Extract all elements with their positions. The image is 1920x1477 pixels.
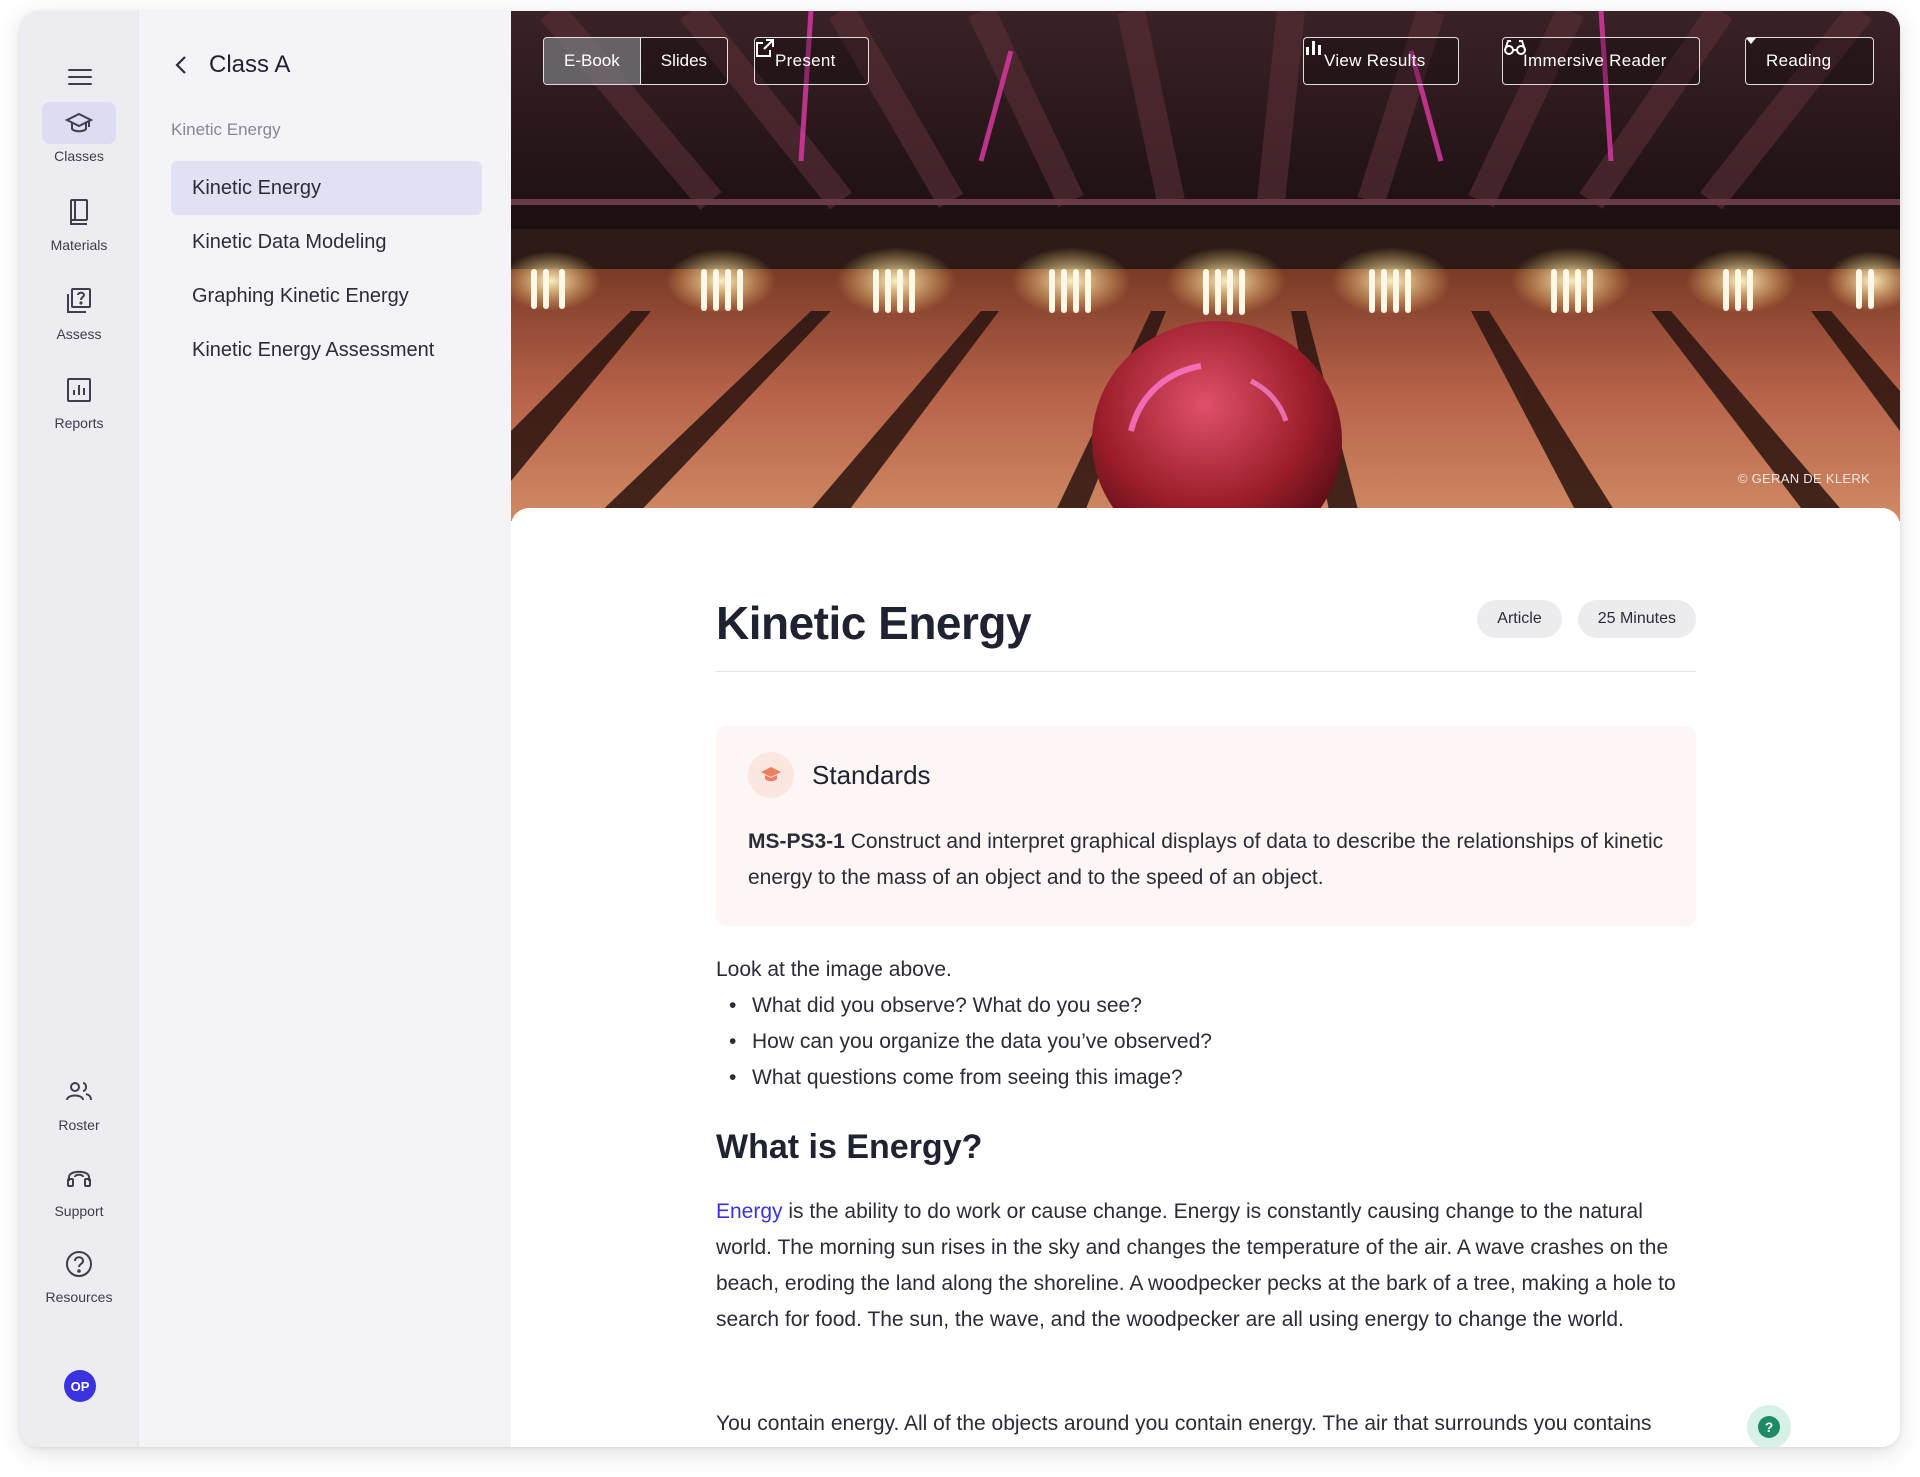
lesson-item[interactable]: Kinetic Energy xyxy=(171,161,482,215)
list-item: What did you observe? What do you see? xyxy=(716,988,1696,1024)
lesson-sidebar: Class A Kinetic Energy Kinetic Energy Ki… xyxy=(138,11,511,1447)
people-icon xyxy=(42,1071,116,1113)
present-button[interactable]: Present xyxy=(754,37,869,85)
lesson-item[interactable]: Kinetic Energy Assessment xyxy=(171,323,482,377)
lesson-list: Kinetic Energy Kinetic Data Modeling Gra… xyxy=(171,161,482,377)
chevron-left-icon xyxy=(175,56,186,74)
nav-item-roster[interactable]: Roster xyxy=(20,1071,138,1133)
nav-label-classes: Classes xyxy=(54,148,104,164)
nav-label-assess: Assess xyxy=(56,326,102,342)
photo-credit: © GERAN DE KLERK xyxy=(1737,471,1870,486)
app-window: Classes Materials Assess Reports Roster xyxy=(20,11,1900,1447)
standard-code: MS-PS3-1 xyxy=(748,830,845,853)
lesson-item[interactable]: Kinetic Data Modeling xyxy=(171,215,482,269)
nav-item-support[interactable]: Support xyxy=(20,1157,138,1219)
immersive-reader-button[interactable]: Immersive Reader xyxy=(1502,37,1700,85)
view-results-button[interactable]: View Results xyxy=(1303,37,1459,85)
main-content: E-Book Slides Present View Results Immer… xyxy=(511,11,1900,1447)
nav-item-assess[interactable]: Assess xyxy=(20,280,138,342)
duration-badge: 25 Minutes xyxy=(1577,600,1696,638)
nav-item-materials[interactable]: Materials xyxy=(20,191,138,253)
nav-item-classes[interactable]: Classes xyxy=(20,102,138,164)
nav-item-reports[interactable]: Reports xyxy=(20,369,138,431)
standard-description: MS-PS3-1 Construct and interpret graphic… xyxy=(748,824,1678,896)
nav-label-materials: Materials xyxy=(50,237,108,253)
back-to-class-button[interactable]: Class A xyxy=(175,51,290,79)
help-circle-icon xyxy=(42,1243,116,1285)
ebook-mode-button[interactable]: E-Book xyxy=(544,38,641,84)
nav-label-resources: Resources xyxy=(45,1289,113,1305)
slides-mode-button[interactable]: Slides xyxy=(640,38,728,84)
prompt-intro: Look at the image above. xyxy=(716,958,952,981)
hamburger-menu-icon[interactable] xyxy=(66,55,96,99)
question-mark-icon: ? xyxy=(1758,1416,1780,1438)
nav-label-support: Support xyxy=(54,1203,104,1219)
nav-item-resources[interactable]: Resources xyxy=(20,1243,138,1305)
paragraph-contain-energy: You contain energy. All of the objects a… xyxy=(716,1412,1652,1435)
graduation-cap-icon xyxy=(42,102,116,144)
title-row: Kinetic Energy Article 25 Minutes xyxy=(716,597,1696,672)
observation-prompt: Look at the image above. What did you ob… xyxy=(716,952,1696,1096)
paragraph-text: is the ability to do work or cause chang… xyxy=(716,1200,1676,1331)
hero-image-bowling-alley: E-Book Slides Present View Results Immer… xyxy=(511,11,1900,521)
nav-label-reports: Reports xyxy=(54,415,104,431)
standard-text: Construct and interpret graphical displa… xyxy=(748,830,1664,889)
meta-pills: Article 25 Minutes xyxy=(1477,600,1696,638)
reading-label: Reading xyxy=(1766,51,1832,70)
section-caption: Kinetic Energy xyxy=(171,120,281,139)
reading-dropdown[interactable]: Reading xyxy=(1745,37,1875,85)
bar-chart-icon xyxy=(42,369,116,411)
quiz-icon xyxy=(42,280,116,322)
help-button[interactable]: ? xyxy=(1747,1405,1791,1447)
headset-icon xyxy=(42,1157,116,1199)
lesson-item[interactable]: Graphing Kinetic Energy xyxy=(171,269,482,323)
list-item: What questions come from seeing this ima… xyxy=(716,1060,1696,1096)
prompt-list: What did you observe? What do you see? H… xyxy=(716,988,1696,1096)
article-card: Kinetic Energy Article 25 Minutes Standa… xyxy=(511,508,1900,1447)
view-results-label: View Results xyxy=(1324,51,1426,70)
nav-label-roster: Roster xyxy=(58,1117,100,1133)
immersive-reader-label: Immersive Reader xyxy=(1523,51,1667,70)
class-title: Class A xyxy=(209,51,291,78)
present-label: Present xyxy=(775,51,836,70)
page-title: Kinetic Energy xyxy=(716,597,1032,649)
graduation-cap-icon xyxy=(748,752,794,798)
user-avatar[interactable]: OP xyxy=(64,1370,96,1402)
section-heading: What is Energy? xyxy=(716,1128,983,1166)
energy-glossary-link[interactable]: Energy xyxy=(716,1200,783,1223)
nav-rail: Classes Materials Assess Reports Roster xyxy=(20,11,138,1447)
type-badge: Article xyxy=(1477,600,1562,638)
book-icon xyxy=(42,191,116,233)
standards-box: Standards MS-PS3-1 Construct and interpr… xyxy=(716,726,1696,926)
standards-heading: Standards xyxy=(812,759,931,790)
list-item: How can you organize the data you’ve obs… xyxy=(716,1024,1696,1060)
view-mode-toggle: E-Book Slides xyxy=(543,37,729,85)
paragraph-energy: Energy is the ability to do work or caus… xyxy=(716,1194,1696,1338)
